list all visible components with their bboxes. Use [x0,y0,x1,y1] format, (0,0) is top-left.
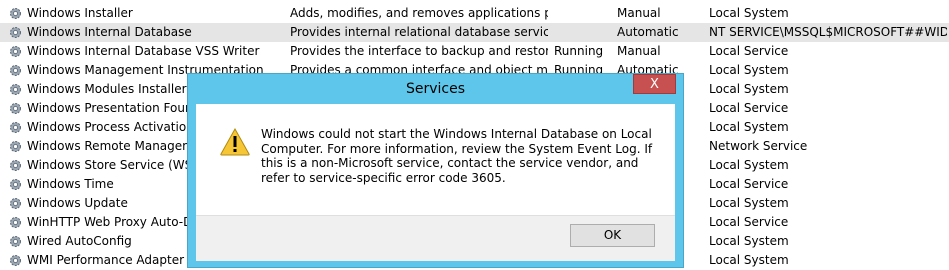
service-startup-type: Automatic [617,25,679,39]
service-log-on-as: Local System [709,120,789,134]
gear-icon [10,46,21,57]
service-description: Adds, modifies, and removes applications… [290,6,548,20]
service-log-on-as: Local System [709,82,789,96]
close-button[interactable]: X [633,74,676,94]
service-startup-type: Manual [617,6,661,20]
service-log-on-as: Local System [709,234,789,248]
service-log-on-as: Local System [709,6,789,20]
service-log-on-as: Local System [709,196,789,210]
service-log-on-as: Network Service [709,139,808,153]
error-message: Windows could not start the Windows Inte… [261,127,653,185]
service-log-on-as: Local Service [709,101,789,115]
service-row[interactable]: Windows Internal Database Provides intern… [0,23,949,42]
gear-icon [10,179,21,190]
gear-icon [10,84,21,95]
service-name: Windows Internal Database [27,25,192,39]
gear-icon [10,198,21,209]
service-log-on-as: Local System [709,253,789,267]
gear-icon [10,255,21,266]
service-log-on-as: NT SERVICE\MSSQL$MICROSOFT##WID [709,25,947,39]
service-log-on-as: Local System [709,63,789,77]
error-dialog: Services X Windows could not start the W… [187,73,684,268]
service-description: Provides internal relational database se… [290,25,548,39]
service-log-on-as: Local System [709,158,789,172]
gear-icon [10,27,21,38]
service-description: Provides the interface to backup and res… [290,44,548,58]
gear-icon [10,103,21,114]
dialog-footer: OK [196,215,675,261]
service-name: Windows Installer [27,6,133,20]
service-log-on-as: Local Service [709,215,789,229]
service-row[interactable]: Windows Installer Adds, modifies, and rem… [0,4,949,23]
gear-icon [10,217,21,228]
gear-icon [10,8,21,19]
warning-icon [220,128,250,156]
gear-icon [10,236,21,247]
dialog-body: Windows could not start the Windows Inte… [196,104,675,261]
service-log-on-as: Local Service [709,177,789,191]
service-status: Running [554,44,604,58]
service-row[interactable]: Windows Internal Database VSS Writer Prov… [0,42,949,61]
gear-icon [10,65,21,76]
dialog-title: Services [405,81,466,97]
ok-button[interactable]: OK [570,224,655,247]
service-name: Windows Internal Database VSS Writer [27,44,260,58]
gear-icon [10,160,21,171]
service-startup-type: Manual [617,44,661,58]
gear-icon [10,141,21,152]
gear-icon [10,122,21,133]
service-log-on-as: Local Service [709,44,789,58]
